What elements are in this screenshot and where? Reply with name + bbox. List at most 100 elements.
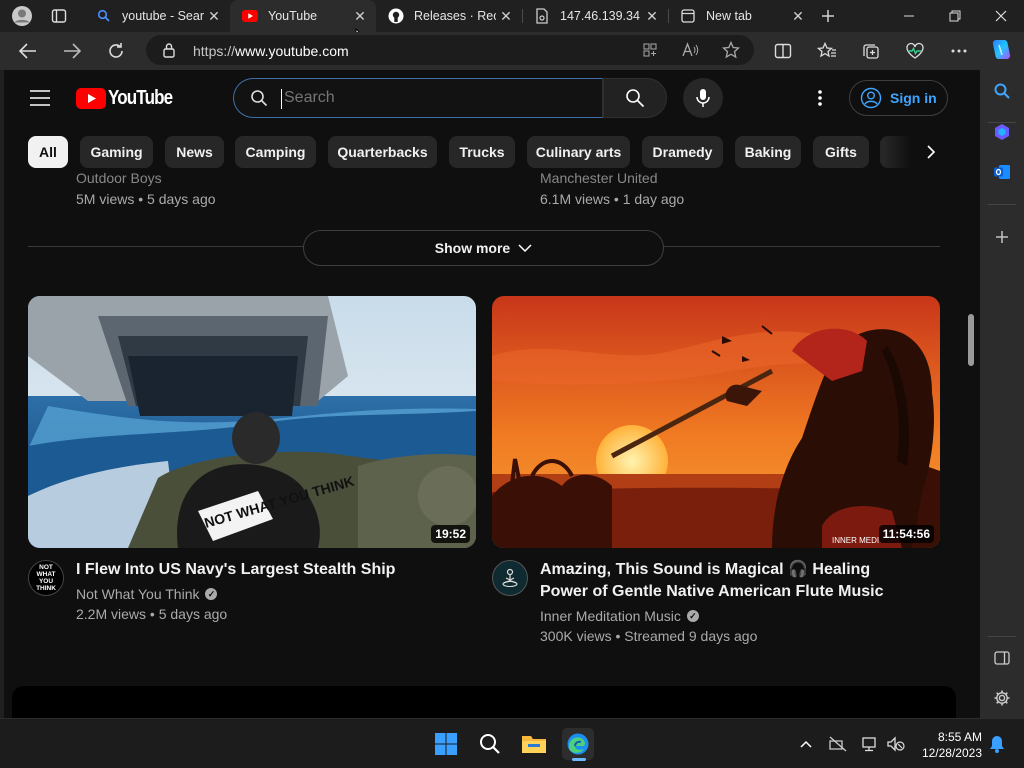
close-tab-icon[interactable]: ✕ (204, 6, 224, 26)
meditation-icon (502, 568, 518, 588)
chip-trucks[interactable]: Trucks (449, 136, 515, 168)
favorite-star-icon[interactable] (721, 40, 741, 64)
settings-kebab-icon[interactable] (810, 88, 830, 113)
system-clock[interactable]: 8:55 AM 12/28/2023 (916, 729, 982, 761)
video-meta: 5M views • 5 days ago (76, 191, 216, 207)
search-box[interactable] (233, 78, 603, 118)
channel-name[interactable]: Not What You Think (76, 586, 199, 602)
video-thumbnail[interactable]: INNER MEDI 11:54:56 (492, 296, 940, 548)
clock-time: 8:55 AM (937, 730, 982, 744)
tab-title: Releases · Rectify11 (414, 9, 496, 23)
file-explorer-icon[interactable] (518, 728, 550, 760)
text-caret (281, 89, 282, 109)
address-bar[interactable]: https://www.youtube.com (146, 35, 754, 65)
lock-icon[interactable] (162, 42, 176, 63)
page-scrollbar[interactable] (966, 70, 980, 718)
show-hidden-icons-chevron-icon[interactable] (794, 728, 818, 760)
show-more-label: Show more (434, 240, 511, 256)
hide-sidebar-icon[interactable] (990, 646, 1014, 670)
youtube-logo-text: YouTube (108, 87, 173, 109)
chip-culinary-arts[interactable]: Culinary arts (527, 136, 630, 168)
youtube-play-logo-icon (76, 88, 106, 109)
channel-avatar[interactable] (492, 560, 528, 596)
sidebar-shopping-icon[interactable] (990, 120, 1014, 144)
sidebar-settings-gear-icon[interactable] (990, 686, 1014, 710)
youtube-logo[interactable]: YouTube (76, 87, 184, 110)
notification-bell-icon[interactable] (986, 728, 1008, 760)
minimize-icon[interactable] (886, 0, 932, 32)
show-more-button[interactable]: Show more (303, 230, 664, 266)
chip-baking[interactable]: Baking (735, 136, 801, 168)
chevron-right-icon[interactable] (926, 144, 936, 165)
video-thumbnail[interactable]: NOT WHAT YOU THINK 19:52 (28, 296, 476, 548)
edge-browser-icon[interactable] (562, 728, 594, 761)
flute-sunset-thumbnail-image: INNER MEDI (492, 296, 940, 548)
microphone-icon (696, 89, 710, 107)
url-text[interactable]: https://www.youtube.com (193, 43, 349, 59)
volume-muted-icon[interactable] (884, 728, 908, 760)
chip-dramedy[interactable]: Dramedy (642, 136, 723, 168)
tab-ip-address[interactable]: 147.46.139.34 ✕ (522, 0, 668, 32)
no-network-icon[interactable] (826, 728, 850, 760)
profile-avatar-icon[interactable] (10, 5, 34, 27)
sidebar-outlook-icon[interactable] (990, 160, 1014, 184)
copilot-icon[interactable] (988, 36, 1016, 64)
search-icon (626, 89, 645, 108)
channel-avatar[interactable]: NOT WHAT YOU THINK (28, 560, 64, 596)
video-duration: 19:52 (431, 525, 470, 543)
tab-github-releases[interactable]: Releases · Rectify11 ✕ (376, 0, 522, 32)
github-icon (388, 8, 404, 24)
tab-actions-icon[interactable] (48, 6, 70, 26)
tab-new-tab[interactable]: New tab ✕ (668, 0, 814, 32)
search-icon (96, 8, 112, 24)
browser-tab-strip: youtube - Search ✕ YouTube ✕ Releases · … (0, 0, 1024, 32)
next-row-thumbnail[interactable] (12, 686, 956, 718)
video-meta: 6.1M views • 1 day ago (540, 191, 685, 207)
close-tab-icon[interactable]: ✕ (788, 6, 808, 26)
restore-icon[interactable] (932, 0, 978, 32)
search-button[interactable] (603, 78, 667, 118)
prev-row-channel[interactable]: Outdoor Boys (76, 173, 162, 187)
youtube-header: YouTube Sign in (4, 70, 980, 126)
verified-check-icon: ✓ (205, 588, 218, 600)
chip-all[interactable]: All (28, 136, 68, 168)
start-windows-icon[interactable] (430, 728, 462, 760)
newtab-icon (680, 8, 696, 24)
sign-in-button[interactable]: Sign in (849, 80, 948, 116)
chip-quarterbacks[interactable]: Quarterbacks (328, 136, 437, 168)
split-screen-icon[interactable] (770, 38, 796, 64)
taskbar-search-icon[interactable] (474, 728, 506, 760)
chip-gifts[interactable]: Gifts (813, 136, 869, 168)
favorites-icon[interactable] (814, 38, 840, 64)
close-tab-icon[interactable]: ✕ (642, 6, 662, 26)
forward-arrow-icon[interactable] (59, 38, 85, 64)
scrollbar-thumb[interactable] (968, 314, 974, 366)
search-input[interactable] (284, 87, 584, 109)
chip-gaming[interactable]: Gaming (80, 136, 153, 168)
back-arrow-icon[interactable] (15, 38, 41, 64)
close-tab-icon[interactable]: ✕ (350, 6, 370, 26)
more-options-icon[interactable] (946, 38, 972, 64)
browser-essentials-icon[interactable] (902, 38, 928, 64)
close-tab-icon[interactable]: ✕ (496, 6, 516, 26)
guide-menu-icon[interactable] (30, 90, 50, 111)
tab-youtube-search[interactable]: youtube - Search ✕ (84, 0, 230, 32)
video-title[interactable]: Amazing, This Sound is Magical 🎧 Healing… (540, 559, 915, 603)
chip-bar: All Gaming News Camping Quarterbacks Tru… (4, 132, 980, 172)
channel-name[interactable]: Inner Meditation Music (540, 608, 681, 624)
channel-name-row: Inner Meditation Music ✓ (540, 608, 699, 624)
refresh-icon[interactable] (103, 38, 129, 64)
network-monitor-icon[interactable] (858, 728, 882, 760)
close-window-icon[interactable] (978, 0, 1024, 32)
sidebar-search-icon[interactable] (990, 79, 1014, 103)
collections-icon[interactable] (858, 38, 884, 64)
new-tab-plus-icon[interactable] (816, 6, 840, 26)
video-title[interactable]: I Flew Into US Navy's Largest Stealth Sh… (76, 559, 466, 581)
chip-news[interactable]: News (165, 136, 224, 168)
sidebar-add-icon[interactable] (990, 225, 1014, 249)
prev-row-channel[interactable]: Manchester United (540, 173, 658, 187)
app-available-icon[interactable] (642, 42, 658, 63)
read-aloud-icon[interactable] (682, 42, 700, 63)
voice-search-button[interactable] (683, 78, 723, 118)
chip-camping[interactable]: Camping (235, 136, 316, 168)
